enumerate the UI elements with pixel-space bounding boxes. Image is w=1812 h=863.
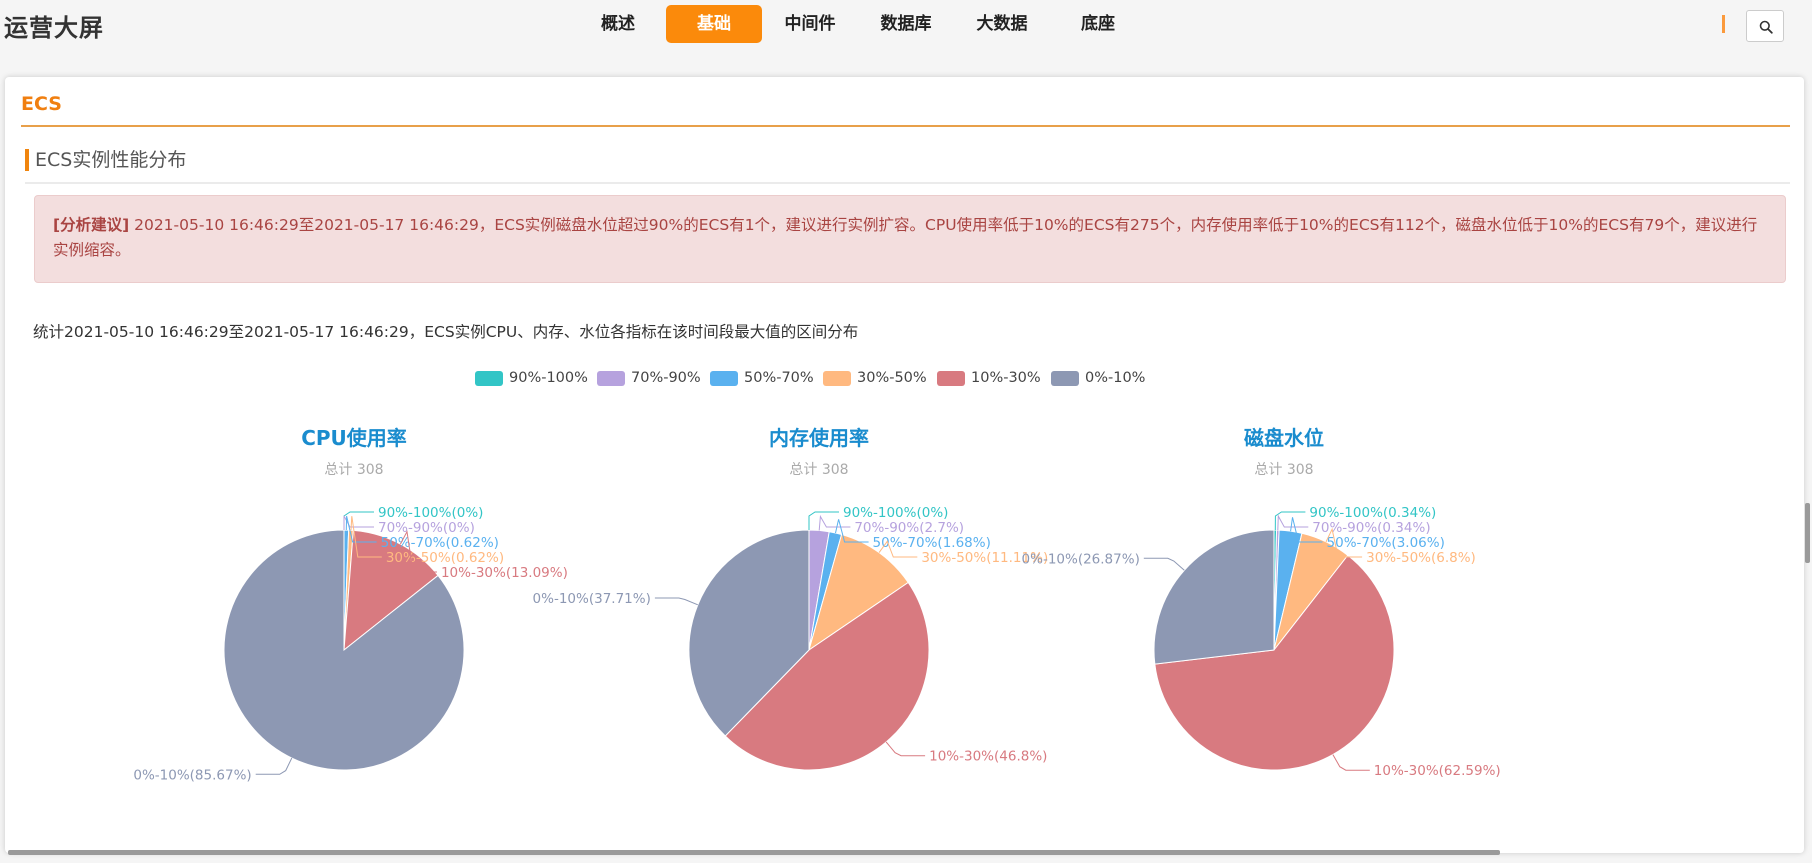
label-line <box>1332 754 1370 771</box>
slice-label: 90%-100%(0%) <box>843 505 948 521</box>
horizontal-scrollbar[interactable] <box>8 850 1500 855</box>
chart-title: 内存使用率 <box>769 426 869 450</box>
chart-subtitle: 总计 308 <box>324 462 383 478</box>
pie-slice <box>1153 529 1275 665</box>
top-bar: 运营大屏 概述 基础 中间件 数据库 大数据 底座 <box>0 0 1812 54</box>
tab-middleware[interactable]: 中间件 <box>762 5 858 43</box>
vertical-scrollbar[interactable] <box>1805 503 1810 563</box>
tab-overview[interactable]: 概述 <box>570 5 666 43</box>
slice-label: 0%-10%(26.87%) <box>1022 551 1140 567</box>
slice-label: 30%-50%(6.8%) <box>1366 550 1476 566</box>
label-line <box>885 741 926 757</box>
slice-label: 0%-10%(85.67%) <box>133 767 251 783</box>
tab-basic[interactable]: 基础 <box>666 5 762 43</box>
slice-label: 70%-90%(2.7%) <box>854 520 964 536</box>
chart-title: 磁盘水位 <box>1244 426 1324 450</box>
slice-label: 70%-90%(0%) <box>378 520 475 536</box>
slice-label: 90%-100%(0.34%) <box>1309 505 1436 521</box>
divider-accent <box>1722 15 1725 33</box>
slice-label: 50%-70%(3.06%) <box>1327 535 1445 551</box>
slice-label: 50%-70%(0.62%) <box>381 535 499 551</box>
slice-label: 30%-50%(0.62%) <box>386 550 504 566</box>
tab-bigdata[interactable]: 大数据 <box>954 5 1050 43</box>
label-line <box>1143 557 1185 571</box>
tab-database[interactable]: 数据库 <box>858 5 954 43</box>
slice-label: 10%-30%(62.59%) <box>1374 763 1501 779</box>
tab-base[interactable]: 底座 <box>1050 5 1146 43</box>
label-line <box>255 757 293 775</box>
label-line <box>654 597 698 606</box>
search-button[interactable] <box>1746 10 1784 42</box>
search-icon <box>1759 20 1773 34</box>
slice-label: 10%-30%(46.8%) <box>929 749 1047 765</box>
chart-subtitle: 总计 308 <box>1254 462 1313 478</box>
slice-label: 90%-100%(0%) <box>378 505 483 521</box>
pie-charts: CPU使用率总计 30890%-100%(0%)70%-90%(0%)50%-7… <box>133 426 1501 783</box>
slice-label: 0%-10%(37.71%) <box>533 591 651 607</box>
slice-label: 10%-30%(13.09%) <box>441 565 568 581</box>
app-title: 运营大屏 <box>4 14 104 42</box>
ecs-card: ECS ECS实例性能分布 [分析建议] 2021-05-10 16:46:29… <box>5 77 1804 853</box>
chart-title: CPU使用率 <box>301 426 407 450</box>
chart-subtitle: 总计 308 <box>789 462 848 478</box>
